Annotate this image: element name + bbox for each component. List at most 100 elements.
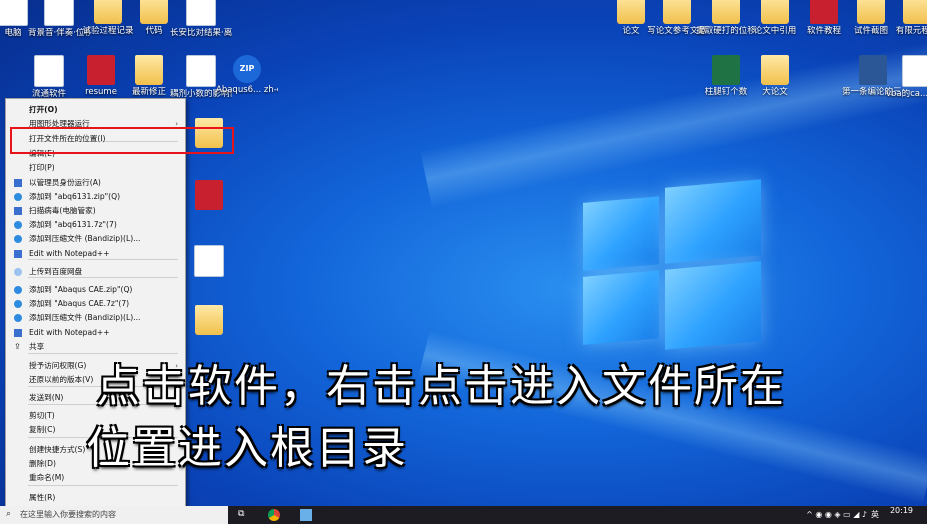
folder-icon	[903, 0, 927, 24]
desktop-icon-zip-partial[interactable]	[178, 305, 240, 337]
search-placeholder: 在这里输入你要搜索的内容	[20, 510, 116, 519]
notepad-icon	[14, 329, 22, 337]
bandizip-icon	[14, 300, 22, 308]
context-menu-item-label: 以管理员身份运行(A)	[29, 178, 101, 187]
context-menu-item[interactable]: 添加到 "Abaqus CAE.7z"(7)	[6, 297, 185, 311]
doc-icon	[0, 0, 28, 26]
context-menu-item-label: 还原以前的版本(V)	[29, 375, 94, 384]
highlight-box	[10, 127, 234, 154]
chart-icon	[186, 0, 216, 26]
bandizip-icon	[14, 235, 22, 243]
context-menu-item-label: 添加到压缩文件 (Bandizip)(L)...	[29, 234, 141, 243]
desktop-icon-app-partial[interactable]	[178, 180, 240, 212]
clock-time[interactable]: 20:19	[890, 506, 913, 515]
context-menu-item[interactable]: 添加到压缩文件 (Bandizip)(L)...	[6, 232, 185, 246]
context-menu-item[interactable]: 添加到 "Abaqus CAE.zip"(Q)	[6, 283, 185, 297]
search-icon: ⌕	[6, 509, 12, 519]
context-menu-item-label: 发送到(N)	[29, 393, 64, 402]
context-menu-item-label: 共享	[29, 342, 45, 351]
desktop-icon-chart-partial[interactable]	[178, 245, 240, 279]
context-menu-item-label: Edit with Notepad++	[29, 249, 110, 258]
folder-icon	[617, 0, 645, 24]
red-icon	[810, 0, 838, 24]
app-pin-icon[interactable]	[300, 509, 312, 521]
excel-icon	[712, 55, 740, 85]
share-icon: ⇪	[14, 342, 21, 351]
context-menu-item[interactable]: ⇪ 共享	[6, 340, 185, 354]
desktop-icon-second-4[interactable]: ZIP Abaqus6... zh-cn lang...	[216, 55, 278, 95]
desktop-icon-label: vba的ca... 次开发	[886, 89, 927, 99]
chart-icon	[186, 55, 216, 87]
ime-indicator[interactable]: 英	[871, 509, 879, 520]
bandizip-icon	[14, 221, 22, 229]
context-menu-item[interactable]: 以管理员身份运行(A)	[6, 176, 185, 190]
shield-icon	[14, 207, 22, 215]
chrome-icon[interactable]	[268, 509, 280, 521]
taskbar-search-box[interactable]: ⌕ 在这里输入你要搜索的内容	[0, 506, 228, 524]
shield-icon	[14, 179, 22, 187]
context-menu-item[interactable]: 添加到 "abq6131.7z"(7)	[6, 218, 185, 232]
context-menu-item-label: 添加到 "Abaqus CAE.zip"(Q)	[29, 285, 133, 294]
chart-file-icon	[194, 245, 224, 277]
context-menu-item[interactable]: 上传到百度网盘	[6, 265, 185, 279]
word-icon	[859, 55, 887, 85]
folder-icon	[712, 0, 740, 24]
context-menu-item-label: 添加到压缩文件 (Bandizip)(L)...	[29, 313, 141, 322]
context-menu-item-label: 打开(O)	[29, 105, 58, 114]
context-menu-item-label: 添加到 "abq6131.zip"(Q)	[29, 192, 121, 201]
bandizip-icon	[14, 314, 22, 322]
folder-icon	[761, 55, 789, 85]
tray-icons[interactable]: ^ ◉ ◉ ◈ ▭ ◢ ♪	[806, 510, 867, 519]
context-menu-item[interactable]: 打开(O)	[6, 103, 185, 117]
desktop-icon-label: 大论文	[762, 87, 788, 97]
folder-icon	[761, 0, 789, 24]
context-menu-item[interactable]: Edit with Notepad++	[6, 247, 185, 261]
context-menu-item[interactable]: Edit with Notepad++	[6, 326, 185, 340]
desktop-icon-second-6[interactable]: 大论文	[744, 55, 806, 97]
context-menu-item-label: Edit with Notepad++	[29, 328, 110, 337]
context-menu-item[interactable]: 添加到压缩文件 (Bandizip)(L)...	[6, 311, 185, 325]
context-menu-item-label: 属性(R)	[29, 493, 56, 502]
windows-logo	[583, 175, 763, 356]
doc-icon	[34, 55, 64, 87]
desktop-icon-label: 长安比对结果·离散功影响	[170, 28, 232, 38]
bandizip-icon	[14, 193, 22, 201]
task-view-icon[interactable]: ⧉	[238, 509, 244, 519]
context-menu-item-label: 上传到百度网盘	[29, 267, 83, 276]
context-menu-item-label: 添加到 "Abaqus CAE.7z"(7)	[29, 299, 130, 308]
folder-icon	[135, 55, 163, 85]
folder-icon	[140, 0, 168, 24]
subtitle-line-1: 点击软件，右击点击进入文件所在	[96, 361, 786, 412]
context-menu-item[interactable]: 添加到 "abq6131.zip"(Q)	[6, 190, 185, 204]
context-menu-item-label: 删除(D)	[29, 459, 56, 468]
zip-icon: ZIP	[233, 55, 261, 83]
context-menu-item-label: 扫描病毒(电脑管家)	[29, 206, 96, 215]
taskbar: ⌕ 在这里输入你要搜索的内容 ⧉ ^ ◉ ◉ ◈ ▭ ◢ ♪ 英 20:19	[0, 506, 927, 524]
context-menu-item[interactable]: 扫描病毒(电脑管家)	[6, 204, 185, 218]
folder-icon	[857, 0, 885, 24]
context-menu-item-label: 重命名(M)	[29, 473, 65, 482]
doc-icon	[902, 55, 927, 87]
desktop-icon-top-4[interactable]: 长安比对结果·离散功影响	[170, 0, 232, 38]
context-menu-item-label: 复制(C)	[29, 425, 56, 434]
context-menu-item-label: 添加到 "abq6131.7z"(7)	[29, 220, 117, 229]
folder-icon	[94, 0, 122, 24]
desktop-icon-label: 有限元程新	[895, 26, 927, 36]
folder-icon	[195, 305, 223, 335]
subtitle-line-2: 位置进入根目录	[86, 423, 408, 474]
context-menu-item-label: 创建快捷方式(S)	[29, 445, 86, 454]
bandizip-icon	[14, 286, 22, 294]
notepad-icon	[14, 250, 22, 258]
context-menu-item-label: 打印(P)	[29, 163, 55, 172]
desktop-icon-label: Abaqus6... zh-cn lang...	[216, 85, 278, 95]
context-menu-item[interactable]: 属性(R)	[6, 491, 185, 505]
menu-separator	[28, 485, 178, 486]
context-menu-item-label: 剪切(T)	[29, 411, 55, 420]
context-menu-item[interactable]: 打印(P)	[6, 161, 185, 175]
context-menu-item-label: 授予访问权限(G)	[29, 361, 87, 370]
folder-icon	[663, 0, 691, 24]
app-icon	[195, 180, 223, 210]
desktop-icon-top-11[interactable]: 有限元程新	[886, 0, 927, 36]
red-icon	[87, 55, 115, 85]
desktop-icon-second-8[interactable]: vba的ca... 次开发	[886, 55, 927, 99]
